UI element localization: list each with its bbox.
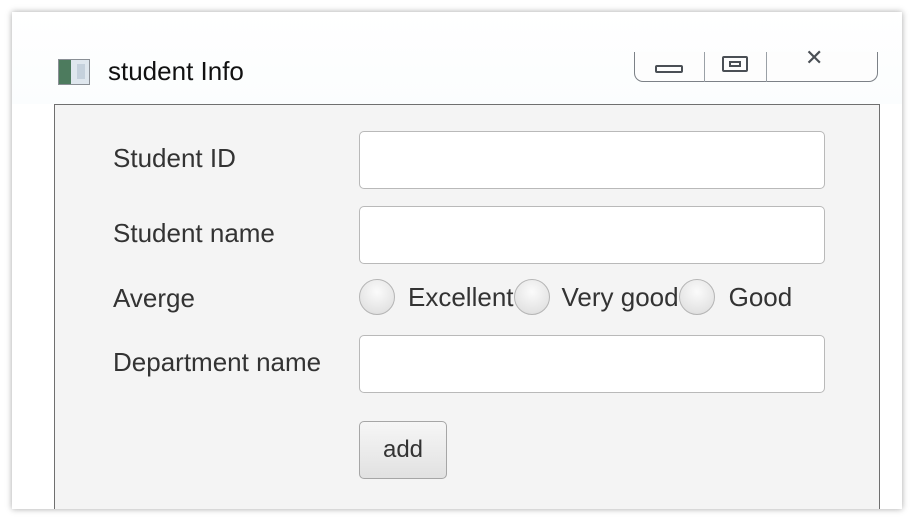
minimize-button[interactable] xyxy=(635,52,705,82)
radio-button-very-good[interactable] xyxy=(513,279,550,315)
radio-very-good[interactable]: Very good xyxy=(513,279,679,315)
department-name-label: Department name xyxy=(113,347,322,377)
student-name-label: Student name xyxy=(113,218,275,248)
radio-button-good[interactable] xyxy=(678,279,715,315)
student-name-input[interactable] xyxy=(359,206,825,264)
radio-label-good: Good xyxy=(728,281,793,312)
add-button[interactable]: add xyxy=(359,421,447,479)
radio-label-excellent: Excellent xyxy=(408,281,514,312)
maximize-button[interactable] xyxy=(705,52,767,82)
window-controls: ✕ xyxy=(634,46,878,82)
radio-good[interactable]: Good xyxy=(678,279,793,315)
average-radio-group: Excellent Very good Good xyxy=(359,277,792,317)
radio-excellent[interactable]: Excellent xyxy=(359,279,514,315)
close-icon: ✕ xyxy=(805,46,824,71)
screenshot-frame: student Info ✕ Student ID Student name A… xyxy=(12,12,902,509)
student-id-input[interactable] xyxy=(359,131,825,189)
close-button[interactable]: ✕ xyxy=(767,46,877,82)
student-id-label: Student ID xyxy=(113,143,236,173)
app-icon xyxy=(58,59,90,85)
department-name-input[interactable] xyxy=(359,335,825,393)
form-panel: Student ID Student name Averge Excellent… xyxy=(54,104,880,509)
radio-label-very-good: Very good xyxy=(561,281,679,312)
window-titlebar: student Info ✕ xyxy=(12,12,902,104)
average-label: Averge xyxy=(113,283,195,313)
maximize-icon xyxy=(722,56,748,72)
minimize-icon xyxy=(655,65,683,73)
window-title: student Info xyxy=(108,56,244,86)
radio-button-excellent[interactable] xyxy=(359,279,395,315)
